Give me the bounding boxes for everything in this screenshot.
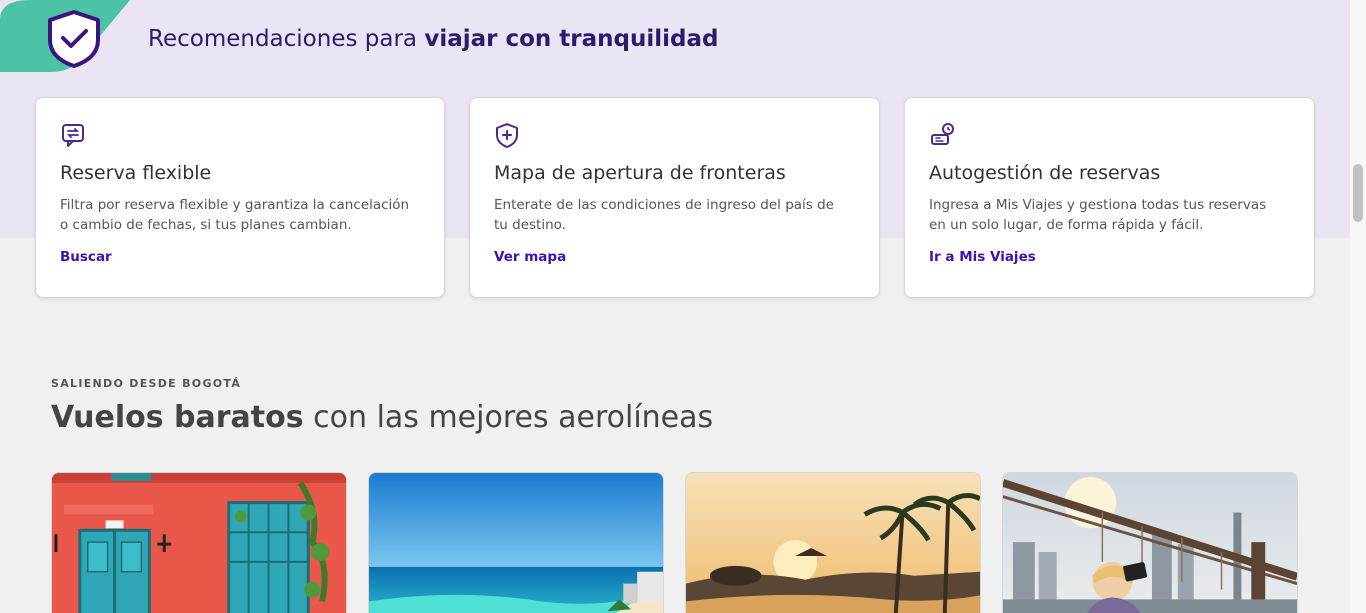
self-service-icon (931, 123, 954, 145)
recommendations-title-bold: viajar con tranquilidad (424, 26, 719, 52)
flights-section-title: Vuelos baratos con las mejores aerolínea… (51, 400, 713, 435)
destination-card-beach-sea[interactable] (368, 472, 664, 613)
scrollbar-thumb[interactable] (1353, 164, 1363, 222)
card-border-map: Mapa de apertura de fronteras Enterate d… (469, 97, 880, 298)
card-title: Autogestión de reservas (929, 162, 1161, 184)
city-bridge-image (1003, 473, 1297, 613)
destination-card-colonial-street[interactable] (51, 472, 347, 613)
page-scrollbar[interactable] (1350, 0, 1366, 613)
flights-title-rest: con las mejores aerolíneas (313, 400, 714, 435)
recommendations-title: Recomendaciones para viajar con tranquil… (148, 26, 718, 52)
destination-card-city-bridge[interactable] (1002, 472, 1298, 613)
palm-beach-image (686, 473, 980, 613)
flexible-booking-icon (62, 124, 84, 147)
flights-title-bold: Vuelos baratos (51, 400, 304, 435)
card-description: Ingresa a Mis Viajes y gestiona todas tu… (929, 197, 1267, 233)
card-title: Reserva flexible (60, 162, 212, 184)
card-flexible-booking: Reserva flexible Filtra por reserva flex… (35, 97, 445, 298)
recommendations-title-prefix: Recomendaciones para (148, 26, 418, 52)
my-trips-link[interactable]: Ir a Mis Viajes (929, 249, 1036, 265)
search-link[interactable]: Buscar (60, 249, 112, 265)
card-description: Filtra por reserva flexible y garantiza … (60, 197, 410, 233)
turquoise-sea-image (369, 473, 663, 613)
shield-check-icon (0, 0, 130, 72)
colonial-facade-image (52, 473, 346, 613)
flights-eyebrow: SALIENDO DESDE BOGOTÁ (51, 377, 242, 390)
view-map-link[interactable]: Ver mapa (494, 249, 566, 265)
card-self-service: Autogestión de reservas Ingresa a Mis Vi… (904, 97, 1315, 298)
card-description: Enterate de las condiciones de ingreso d… (494, 197, 834, 233)
destination-card-palm-beach[interactable] (685, 472, 981, 613)
card-title: Mapa de apertura de fronteras (494, 162, 786, 184)
shield-plus-icon (496, 123, 518, 148)
